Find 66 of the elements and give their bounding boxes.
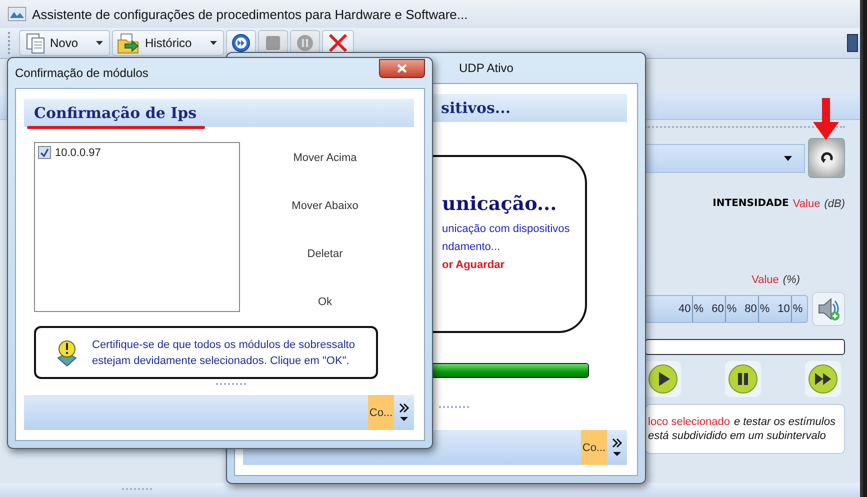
resize-grip[interactable]: [439, 406, 469, 410]
speaker-icon: [816, 297, 840, 321]
unit-label: (dB): [824, 198, 845, 210]
scale-label: 40: [678, 303, 691, 315]
resize-grip[interactable]: [122, 488, 152, 492]
window-title: Confirmação de módulos: [15, 66, 148, 80]
info-text: está subdividido em um subintervalo: [648, 430, 826, 442]
info-text: e testar os estímulos: [734, 416, 836, 428]
caret-icon: [210, 41, 217, 45]
annotation-arrow: [813, 98, 839, 140]
unit-label: (%): [782, 274, 800, 286]
text-field[interactable]: [645, 339, 845, 355]
pause-icon: [294, 33, 315, 53]
window-title: Assistente de configurações de procedimentos para Hardware e Software...: [32, 6, 468, 22]
scale-label: %: [726, 303, 737, 315]
caret-icon: [784, 156, 792, 160]
toolbar-menu-button[interactable]: Histórico: [112, 30, 224, 56]
folder-arrow-icon: [117, 32, 142, 54]
forward-icon: [230, 33, 251, 53]
document-icon: [24, 32, 46, 54]
footer-button[interactable]: Co...: [368, 395, 394, 430]
chevron-icon: [398, 402, 410, 424]
window-title: UDP Ativo: [459, 61, 514, 75]
play-button[interactable]: [645, 361, 681, 397]
check-icon: [40, 148, 49, 157]
resize-grip[interactable]: [216, 383, 246, 387]
toolbar-menu-button[interactable]: Novo: [19, 30, 110, 56]
message-text: ndamento...: [442, 241, 502, 253]
caret-icon: [96, 41, 104, 45]
pause-button[interactable]: [725, 361, 761, 397]
message-text: unicação com dispositivos: [442, 223, 571, 235]
chevron-icon: [611, 436, 623, 458]
action-button[interactable]: Ok: [318, 292, 332, 312]
action-button[interactable]: Deletar: [307, 244, 343, 264]
scale-label: %: [760, 303, 770, 315]
info-text: loco selecionado: [648, 416, 730, 428]
scale-label: %: [694, 303, 704, 315]
action-button[interactable]: Mover Abaixo: [292, 196, 358, 216]
intensity-label: INTENSIDADE: [712, 198, 789, 210]
scale-label: 80: [744, 303, 757, 315]
note-text: Certifique-se de que todos os módulos de sobressalto estejam devidamente selecionados. Clique em "OK".: [92, 338, 356, 368]
pause-icon: [728, 364, 758, 394]
action-button[interactable]: Mover Acima: [293, 148, 357, 168]
warning-bulb-icon: [56, 338, 78, 368]
app-icon: [8, 7, 26, 21]
fast-forward-icon: [808, 364, 838, 394]
close-button[interactable]: [379, 59, 425, 78]
scale-label: %: [792, 303, 803, 315]
play-icon: [648, 364, 678, 394]
value-label: Value: [792, 198, 820, 210]
panel-header: Confirmação de Ips: [34, 104, 197, 122]
message-text: or Aguardar: [442, 259, 506, 271]
volume-scale[interactable]: 40 % 60 % 80 % 10 %: [645, 295, 808, 323]
refresh-button[interactable]: [808, 138, 845, 178]
value-label: Value: [752, 274, 779, 286]
checkbox[interactable]: [38, 146, 51, 159]
fast-forward-button[interactable]: [805, 361, 841, 397]
list-item[interactable]: 10.0.0.97: [55, 146, 101, 158]
close-icon: [397, 64, 407, 73]
scale-label: 60: [712, 303, 724, 315]
message-heading: unicação...: [442, 193, 558, 215]
footer-button[interactable]: Co...: [581, 430, 607, 465]
scale-label: 10: [778, 303, 790, 315]
close-icon: [326, 32, 349, 54]
speaker-button[interactable]: [812, 292, 845, 326]
refresh-icon: [820, 151, 834, 165]
